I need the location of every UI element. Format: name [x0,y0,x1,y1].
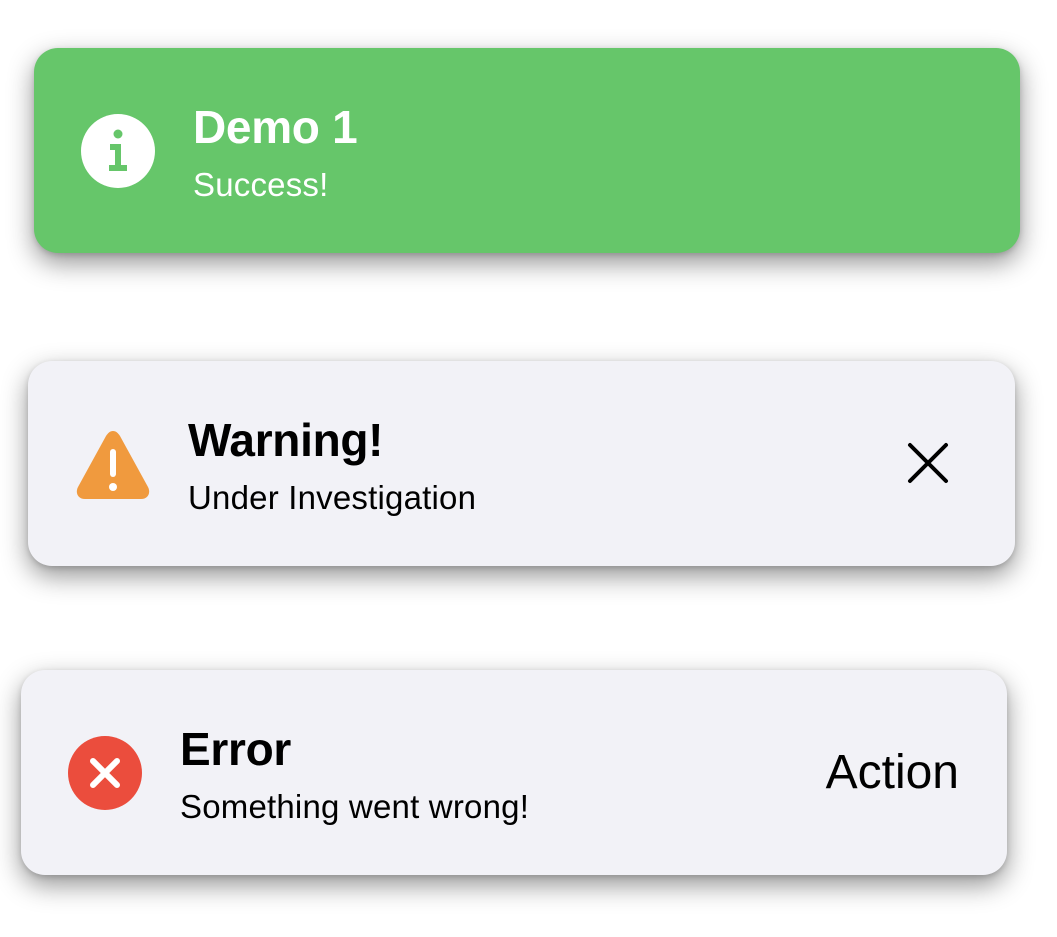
toast-subtitle: Something went wrong! [180,788,530,825]
error-icon [68,736,142,810]
info-icon [81,114,155,188]
action-button[interactable]: Action [826,745,959,801]
dismiss-button[interactable] [898,433,958,493]
toast-title: Warning! [188,414,384,466]
toast-title: Demo 1 [193,101,358,153]
success-toast[interactable]: Demo 1 Success! [34,48,1020,253]
toast-subtitle: Success! [193,166,329,203]
close-icon [908,443,948,483]
toast-subtitle: Under Investigation [188,479,477,516]
warning-toast[interactable]: Warning! Under Investigation [28,361,1015,566]
toast-title: Error [180,723,291,775]
warning-icon [76,431,150,499]
error-toast[interactable]: Error Something went wrong! Action [21,670,1007,875]
